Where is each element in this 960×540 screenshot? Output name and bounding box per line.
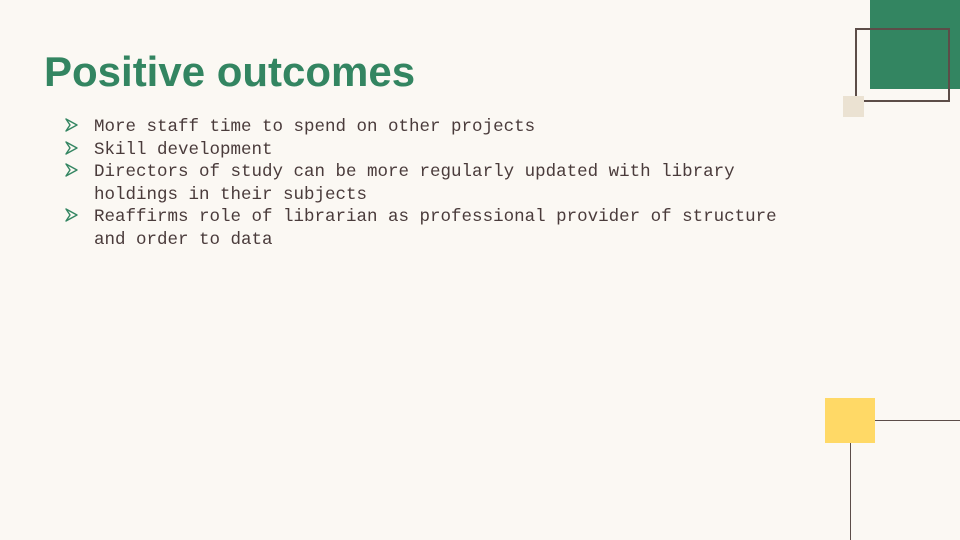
decorative-beige-square — [843, 96, 864, 117]
arrow-right-icon — [65, 140, 78, 155]
decorative-vertical-line — [850, 443, 851, 540]
bullet-text: More staff time to spend on other projec… — [94, 117, 536, 137]
bullet-text: Directors of study can be more regularly… — [94, 162, 735, 205]
arrow-right-icon — [65, 208, 78, 222]
decorative-yellow-square — [825, 398, 875, 443]
arrow-right-icon — [65, 163, 78, 177]
bullet-item: Directors of study can be more regularly… — [64, 161, 804, 206]
bullet-text: Skill development — [94, 139, 273, 160]
slide-title: Positive outcomes — [44, 48, 416, 95]
bullet-item: Skill development — [64, 139, 804, 162]
bullet-item: More staff time to spend on other projec… — [64, 116, 804, 139]
bullet-list: More staff time to spend on other projec… — [64, 116, 804, 251]
bullet-item: Reaffirms role of librarian as professio… — [64, 206, 804, 251]
arrow-right-icon — [65, 118, 78, 132]
bullet-text: Reaffirms role of librarian as professio… — [94, 207, 777, 250]
slide: Positive outcomes More staff time to spe… — [0, 0, 960, 540]
decorative-horizontal-line — [875, 420, 960, 421]
decorative-outline-frame — [855, 28, 950, 102]
